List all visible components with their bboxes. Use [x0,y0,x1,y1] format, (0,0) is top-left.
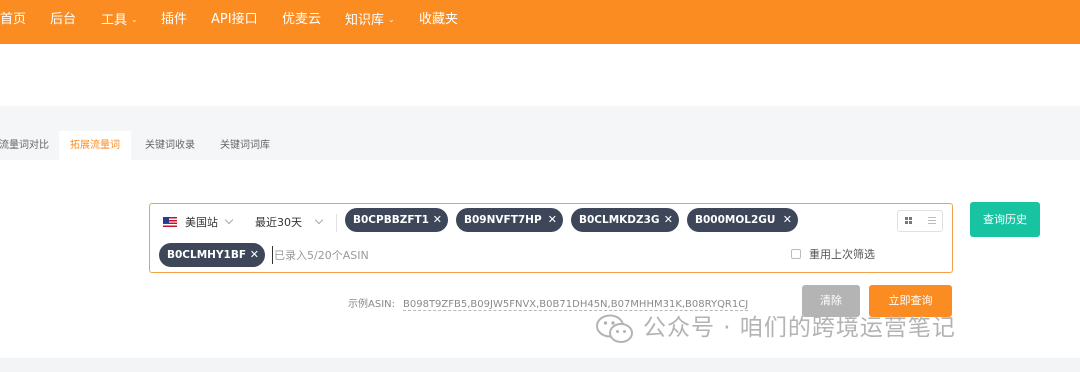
watermark-text: 公众号 · 咱们的跨境运营笔记 [643,315,956,341]
asin-search-box: 美国站 最近30天 B0CPBBZFT1 ✕ B09NVFT7HP ✕ B0CLMK… [149,203,953,273]
asin-tag: B0CLMHY1BF ✕ [159,243,265,267]
close-icon[interactable]: ✕ [433,208,442,232]
nav-item-label: 工具 [101,13,128,28]
query-history-button[interactable]: 查询历史 [970,202,1040,237]
asin-tag: B09NVFT7HP ✕ [456,208,563,232]
tab-keyword-indexing[interactable]: 关键词收录 [145,131,195,160]
nav-item-backend[interactable]: 后台 [50,0,76,44]
nav-item-api[interactable]: API接口 [211,0,258,44]
nav-item-label: 插件 [161,12,188,27]
chevron-down-icon: ⌄ [131,15,138,24]
nav-item-label: 收藏夹 [419,12,459,27]
example-asin: 示例ASIN: B098T9ZFB5,B09JW5FNVX,B0B71DH45N,… [348,295,749,311]
list-view-icon[interactable] [921,211,943,231]
tab-keyword-library[interactable]: 关键词词库 [220,131,270,160]
tab-traffic-word-compare[interactable]: 流量词对比 [0,131,49,160]
close-icon[interactable]: ✕ [548,208,557,232]
close-icon[interactable]: ✕ [250,243,259,267]
asin-tag: B0CLMKDZ3G ✕ [571,208,679,232]
marketplace-select[interactable]: 美国站 [163,214,234,232]
checkbox-icon[interactable] [791,249,801,259]
nav-item-home[interactable]: 首页 [0,0,26,44]
nav-item-label: 知识库 [345,13,385,28]
reuse-last-filter-label: 重用上次筛选 [809,248,875,261]
us-flag-icon [163,217,177,227]
date-range-select[interactable]: 最近30天 [255,214,324,232]
nav-item-favorites[interactable]: 收藏夹 [419,0,458,44]
wechat-icon [596,314,633,343]
nav-item-knowledge-base[interactable]: 知识库 ⌄ [345,0,395,44]
close-icon[interactable]: ✕ [664,208,673,232]
chevron-down-icon [224,215,234,225]
asin-tag-label: B09NVFT7HP [464,214,542,226]
divider [336,214,337,232]
nav-item-label: 优麦云 [282,12,322,27]
grid-view-icon[interactable] [898,211,920,231]
asin-input[interactable] [272,246,572,264]
chevron-down-icon: ⌄ [388,15,395,24]
nav-item-youmaiyun[interactable]: 优麦云 [282,0,321,44]
nav-item-label: API接口 [211,12,258,27]
tab-expand-traffic-words[interactable]: 拓展流量词 [59,131,131,160]
nav-item-label: 后台 [50,12,77,27]
nav-item-label: 首页 [0,12,27,27]
reuse-last-filter-checkbox[interactable]: 重用上次筛选 [791,246,875,264]
asin-tag-label: B0CPBBZFT1 [353,214,429,226]
asin-tag-label: B0CLMKDZ3G [579,214,660,226]
asin-tag-label: B0CLMHY1BF [167,249,247,261]
asin-tag: B000MOL2GU ✕ [687,208,798,232]
nav-item-tools[interactable]: 工具 ⌄ [101,0,138,44]
date-range-label: 最近30天 [255,216,302,229]
asin-tag-label: B000MOL2GU [695,214,776,226]
view-toggle [897,210,943,232]
bottom-bar [0,358,1080,372]
close-icon[interactable]: ✕ [783,208,792,232]
nav-item-plugins[interactable]: 插件 [161,0,187,44]
asin-tag: B0CPBBZFT1 ✕ [345,208,448,232]
top-navigation-bar: 首页 后台 工具 ⌄ 插件 API接口 优麦云 知识库 ⌄ 收藏夹 [0,0,1080,44]
chevron-down-icon [314,215,324,225]
marketplace-label: 美国站 [185,216,218,229]
example-asin-label: 示例ASIN: [348,299,395,310]
